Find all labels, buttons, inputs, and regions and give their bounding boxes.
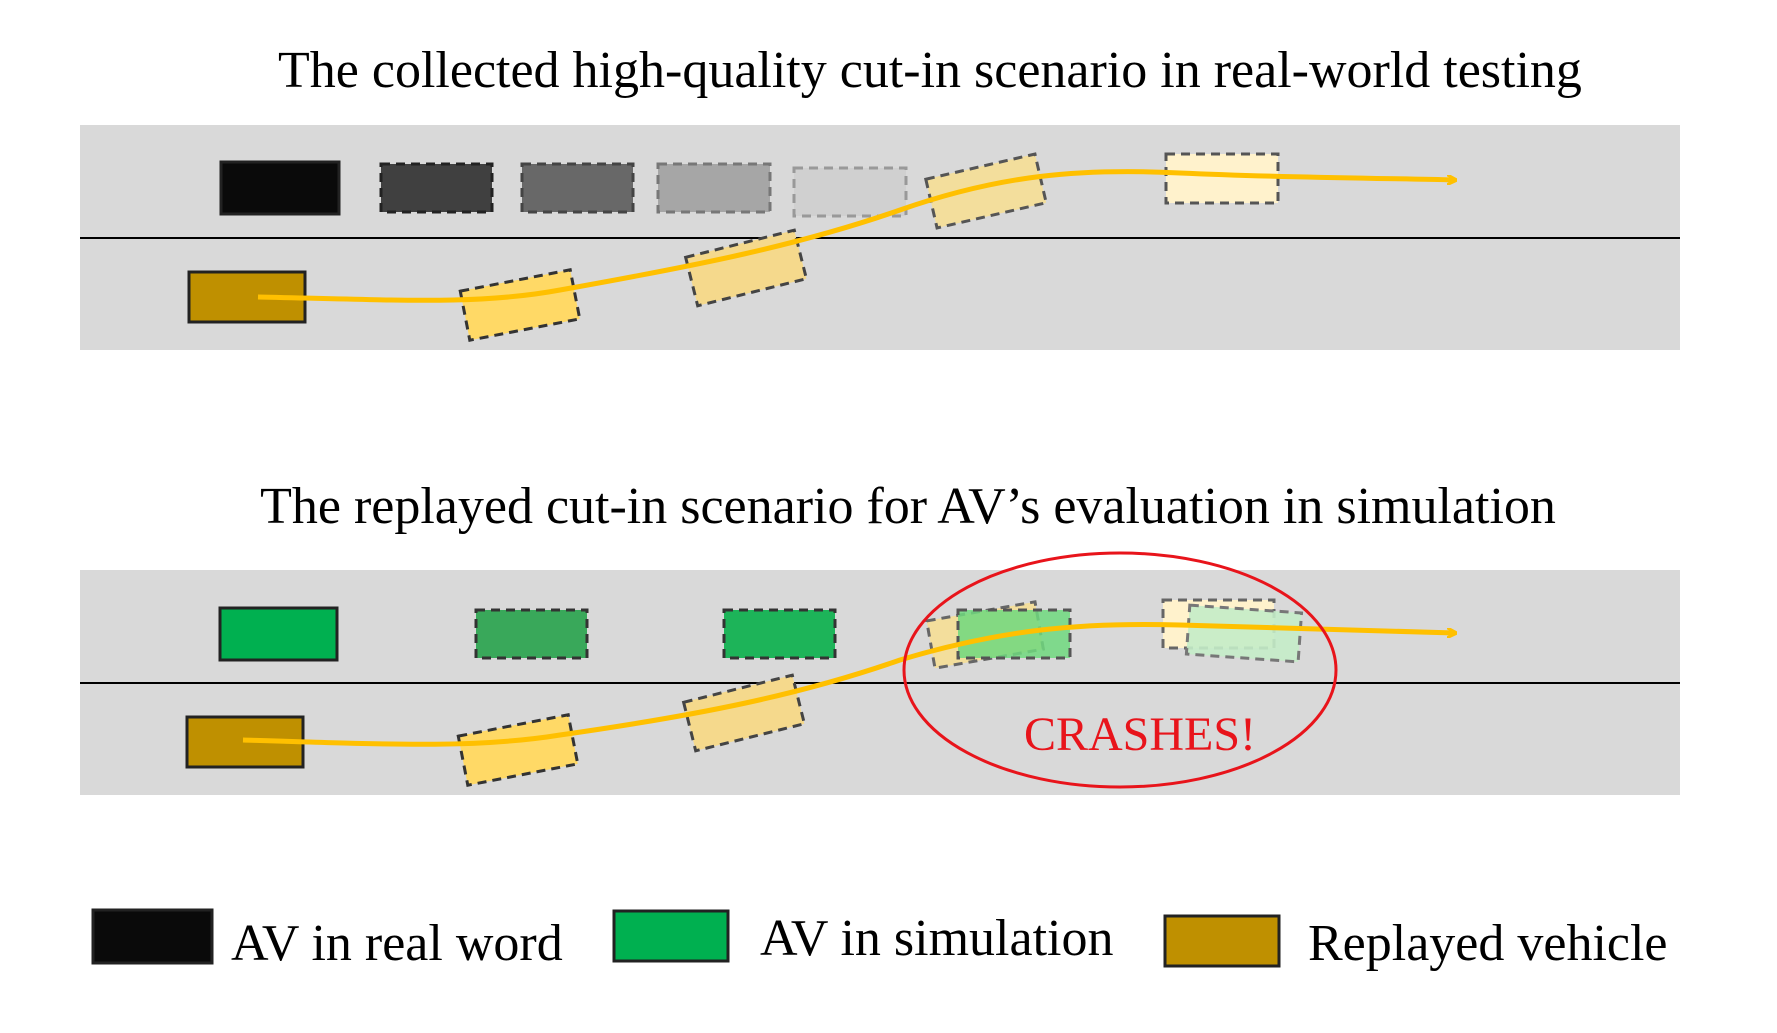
legend: AV in real word AV in simulation Replaye… [91, 908, 1668, 972]
replayed-vehicle-position-5 [1164, 152, 1280, 205]
crash-label: CRASHES! [1024, 708, 1256, 761]
legend-label-av-real: AV in real word [231, 915, 563, 972]
av-sim-crash-2 [1184, 603, 1304, 664]
panel-simulation: The replayed cut-in scenario for AV’s ev… [80, 478, 1680, 795]
av-sim-position-1 [218, 606, 339, 662]
av-real-position-4 [656, 162, 772, 214]
legend-swatch-replayed [1163, 914, 1281, 968]
av-real-position-2 [379, 162, 494, 214]
av-real-position-1 [219, 160, 341, 216]
legend-label-av-sim: AV in simulation [760, 910, 1113, 967]
legend-swatch-av-real [91, 908, 214, 965]
av-sim-position-2 [474, 608, 589, 660]
panel-real-world: The collected high-quality cut-in scenar… [80, 42, 1680, 350]
legend-swatch-av-sim [612, 909, 730, 963]
av-sim-position-3 [722, 608, 837, 660]
av-real-position-5 [792, 166, 908, 218]
panel-title-simulation: The replayed cut-in scenario for AV’s ev… [260, 478, 1556, 535]
legend-label-replayed: Replayed vehicle [1308, 915, 1668, 972]
cut-in-scenario-diagram: The collected high-quality cut-in scenar… [80, 42, 1680, 972]
av-real-position-3 [520, 162, 635, 214]
panel-title-real-world: The collected high-quality cut-in scenar… [278, 42, 1582, 99]
